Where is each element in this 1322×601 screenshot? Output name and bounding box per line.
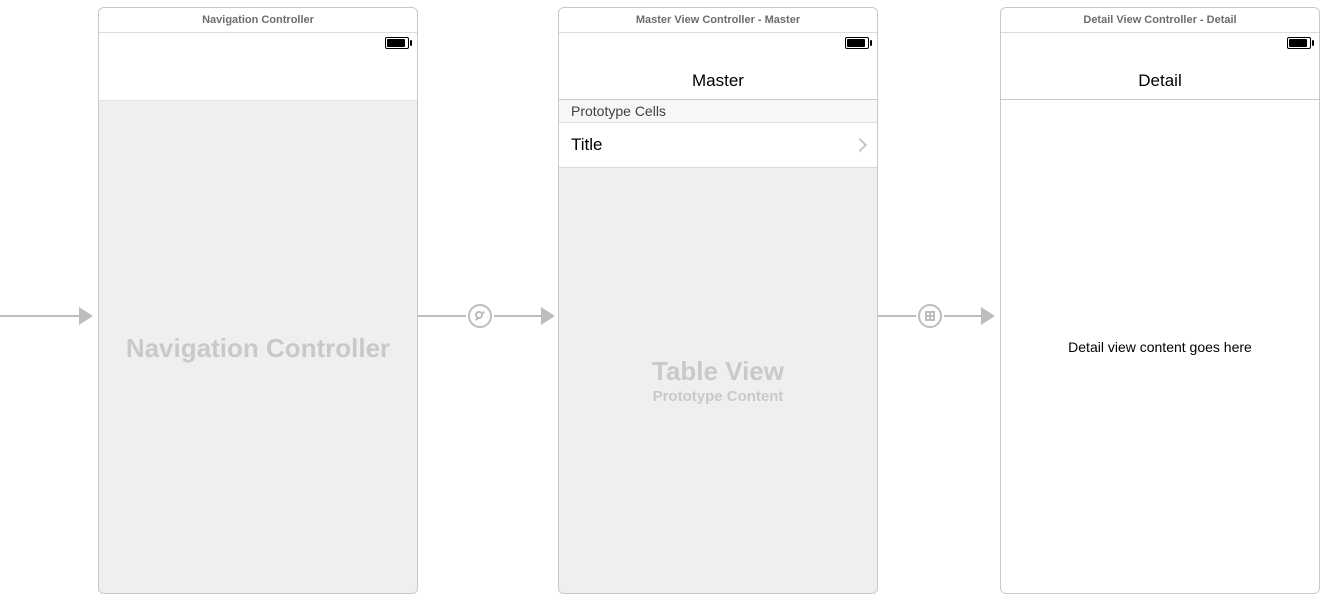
scene-title-bar[interactable]: Detail View Controller - Detail xyxy=(1001,8,1319,33)
status-bar xyxy=(1001,33,1319,53)
arrowhead-icon xyxy=(541,307,555,325)
status-bar xyxy=(99,33,417,53)
initial-entry-arrow xyxy=(0,302,98,330)
navigation-bar[interactable]: Detail xyxy=(1001,53,1319,100)
table-view[interactable]: Table View Prototype Content xyxy=(559,168,877,594)
arrowhead-icon xyxy=(79,307,93,325)
battery-icon xyxy=(385,37,409,49)
relationship-icon xyxy=(475,311,485,321)
scene-title-bar[interactable]: Navigation Controller xyxy=(99,8,417,33)
cell-title-label: Title xyxy=(571,135,603,155)
segue-line xyxy=(494,315,542,317)
scene-navigation-controller[interactable]: Navigation Controller Navigation Control… xyxy=(98,7,418,594)
detail-content-label[interactable]: Detail view content goes here xyxy=(1001,100,1319,594)
battery-icon xyxy=(845,37,869,49)
navigation-bar-title[interactable]: Detail xyxy=(1138,71,1181,91)
arrowhead-icon xyxy=(981,307,995,325)
segue-kind-icon-show xyxy=(918,304,942,328)
segue-root-view-controller[interactable] xyxy=(418,302,558,330)
prototype-cell[interactable]: Title xyxy=(559,123,877,168)
scene-detail-view-controller[interactable]: Detail View Controller - Detail Detail D… xyxy=(1000,7,1320,594)
segue-line xyxy=(878,315,916,317)
disclosure-indicator-icon xyxy=(853,138,867,152)
prototype-cells-header: Prototype Cells xyxy=(559,100,877,123)
status-bar xyxy=(559,33,877,53)
segue-line xyxy=(944,315,982,317)
table-view-placeholder-title: Table View xyxy=(652,357,784,386)
navigation-bar-title[interactable]: Master xyxy=(692,71,744,91)
segue-show-detail[interactable] xyxy=(878,302,1000,330)
battery-icon xyxy=(1287,37,1311,49)
scene-title-bar[interactable]: Master View Controller - Master xyxy=(559,8,877,33)
scene-master-view-controller[interactable]: Master View Controller - Master Master P… xyxy=(558,7,878,594)
segue-kind-icon-relationship xyxy=(468,304,492,328)
show-segue-icon xyxy=(925,311,935,321)
segue-line xyxy=(418,315,466,317)
navigation-controller-placeholder: Navigation Controller xyxy=(99,101,417,594)
table-view-placeholder-subtitle: Prototype Content xyxy=(653,388,784,405)
navigation-bar[interactable] xyxy=(99,53,417,101)
navigation-bar[interactable]: Master xyxy=(559,53,877,100)
segue-line xyxy=(0,315,80,317)
